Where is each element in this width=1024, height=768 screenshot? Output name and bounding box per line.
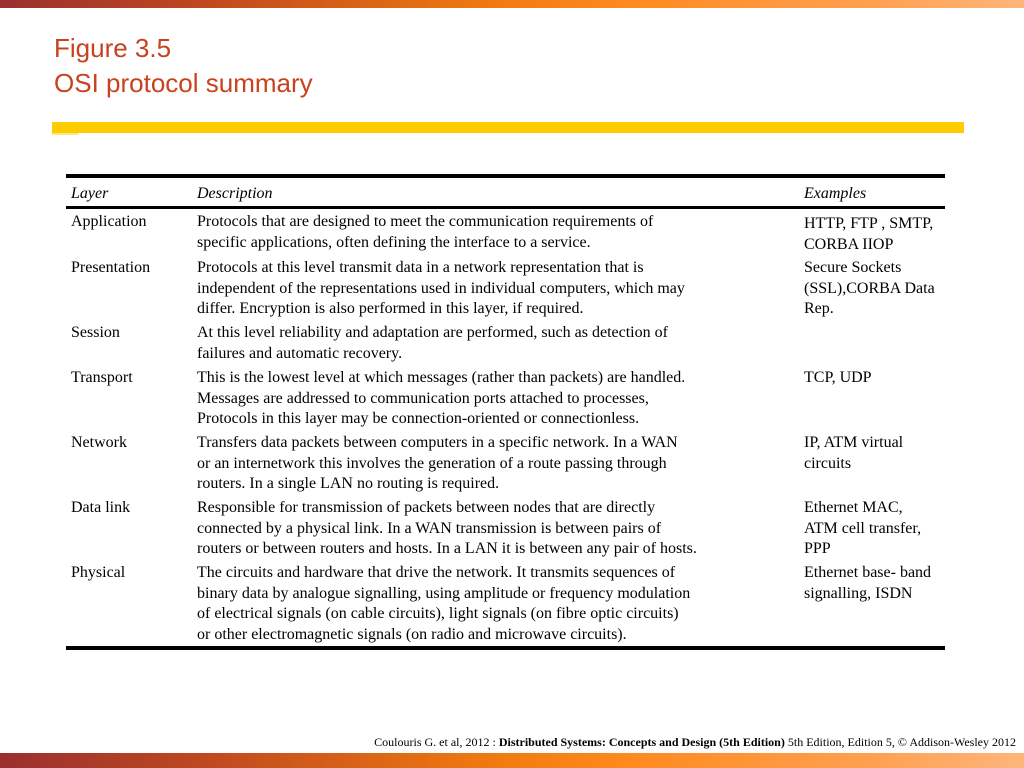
layer-examples-line: PPP [804, 540, 831, 557]
layer-name: Physical [71, 564, 126, 581]
layer-description-line: failures and automatic recovery. [197, 344, 403, 362]
layer-description-line: Responsible for transmission of packets … [197, 499, 656, 516]
layer-examples-line: circuits [804, 454, 852, 472]
citation-prefix: Coulouris G. et al, 2012 : [374, 735, 499, 749]
layer-description-line: This is the lowest level at which messag… [197, 369, 686, 386]
header-description: Description [197, 185, 273, 202]
layer-description-line: or an internetwork this involves the gen… [197, 454, 667, 472]
citation-footer: Coulouris G. et al, 2012 : Distributed S… [374, 734, 1016, 750]
layer-examples-line: CORBA IIOP [804, 235, 894, 253]
citation-book-title: Distributed Systems: Concepts and Design… [498, 735, 785, 749]
layer-name: Network [71, 434, 127, 451]
table-header-rule [66, 206, 945, 209]
layer-description-line: binary data by analogue signalling, usin… [197, 584, 691, 602]
table-top-rule [66, 174, 945, 178]
layer-examples-line: TCP, UDP [804, 369, 872, 386]
layer-examples-line: Ethernet MAC, [804, 499, 903, 516]
layer-name: Presentation [71, 259, 151, 276]
top-gradient-bar [0, 0, 1024, 8]
header-layer: Layer [71, 185, 109, 202]
title-line-caption: OSI protocol summary [54, 68, 313, 98]
layer-examples-line: Rep. [804, 300, 834, 317]
layer-description-line: Messages are addressed to communication … [197, 389, 649, 407]
header-examples: Examples [804, 185, 867, 202]
layer-description-line: Transfers data packets between computers… [197, 434, 678, 451]
slide-title: Figure 3.5 OSI protocol summary [54, 31, 313, 101]
layer-examples-line: Secure Sockets [804, 259, 902, 276]
title-line-figure: Figure 3.5 [54, 33, 172, 63]
layer-description-line: Protocols at this level transmit data in… [197, 259, 644, 276]
bottom-gradient-bar [0, 753, 1024, 768]
layer-name: Application [71, 213, 147, 230]
layer-examples-line: ATM cell transfer, [804, 519, 922, 537]
layer-examples-line: IP, ATM virtual [804, 434, 904, 451]
layer-description-line: routers. In a single LAN no routing is r… [197, 475, 500, 492]
layer-description-line: Protocols that are designed to meet the … [197, 213, 654, 230]
layer-examples-line: (SSL),CORBA Data [804, 279, 935, 297]
layer-description-line: differ. Encryption is also performed in … [197, 300, 584, 317]
layer-description-line: independent of the representations used … [197, 279, 685, 297]
layer-examples-line: signalling, ISDN [804, 584, 913, 602]
layer-description-line: The circuits and hardware that drive the… [197, 564, 676, 581]
layer-name: Transport [71, 369, 133, 386]
layer-description-line: routers or between routers and hosts. In… [197, 540, 697, 557]
layer-description-line: connected by a physical link. In a WAN t… [197, 519, 662, 537]
layer-description-line: of electrical signals (on cable circuits… [197, 605, 679, 622]
layer-description-line: At this level reliability and adaptation… [197, 324, 668, 341]
layer-description-line: Protocols in this layer may be connectio… [197, 410, 640, 427]
layer-examples-line: Ethernet base- band [804, 564, 932, 581]
layer-description-line: or other electromagnetic signals (on rad… [197, 625, 627, 643]
layer-name: Session [71, 324, 120, 341]
layer-description-line: specific applications, often defining th… [197, 233, 591, 251]
layer-name: Data link [71, 499, 131, 516]
layer-examples-line: HTTP, FTP , SMTP, [804, 215, 934, 232]
citation-suffix: 5th Edition, Edition 5, © Addison-Wesley… [784, 735, 1016, 749]
table-bottom-rule [66, 646, 945, 650]
accent-rule [52, 122, 964, 135]
